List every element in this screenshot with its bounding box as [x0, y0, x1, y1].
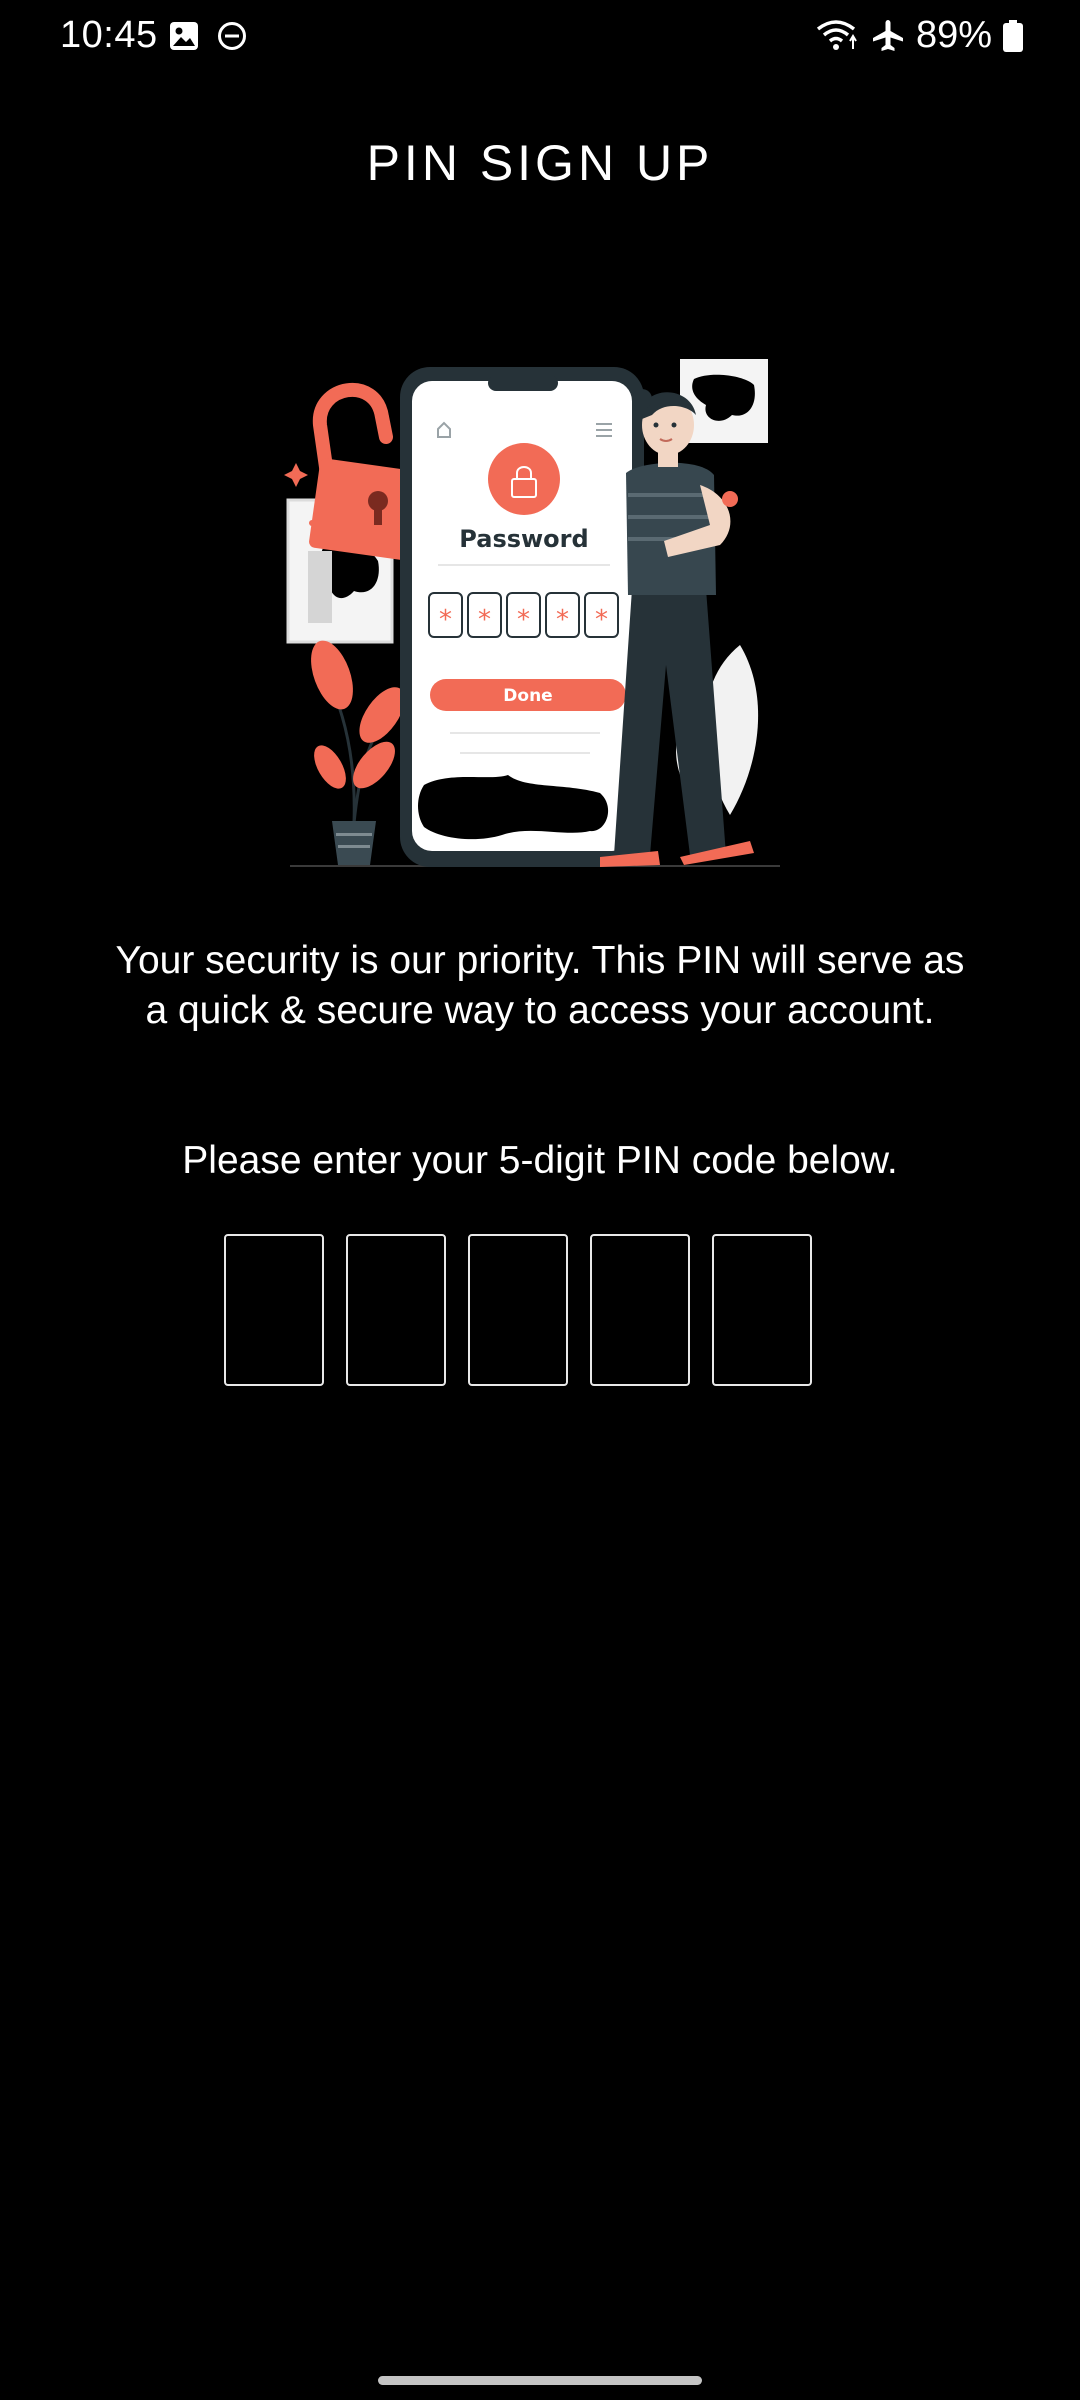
- do-not-disturb-icon: [218, 22, 246, 50]
- pin-digit-3[interactable]: [468, 1234, 568, 1386]
- status-left-icons: [168, 20, 248, 52]
- pin-instruction: Please enter your 5-digit PIN code below…: [182, 1139, 898, 1182]
- illustration-password-label: Password: [459, 525, 588, 553]
- page-title: PIN SIGN UP: [366, 135, 714, 191]
- status-time: 10:45: [60, 14, 158, 56]
- svg-text:*: *: [517, 605, 530, 635]
- battery-icon: [1003, 19, 1023, 52]
- pin-digit-2[interactable]: [346, 1234, 446, 1386]
- phone-illustration: Password * * * * * Done: [400, 367, 644, 867]
- pin-input-group: [224, 1234, 812, 1386]
- svg-text:*: *: [439, 605, 452, 635]
- pin-digit-4[interactable]: [590, 1234, 690, 1386]
- status-right: 89%: [816, 14, 1024, 57]
- svg-text:*: *: [556, 605, 569, 635]
- image-icon: [170, 22, 198, 50]
- battery-percentage: 89%: [915, 14, 992, 56]
- airplane-icon: [872, 19, 903, 51]
- gesture-nav-handle[interactable]: [378, 2376, 702, 2385]
- pin-digit-5[interactable]: [712, 1234, 812, 1386]
- status-bar: 10:45 89%: [0, 0, 1080, 76]
- pin-security-illustration: Password * * * * * Done: [284, 359, 780, 867]
- illustration-done-label: Done: [503, 686, 552, 706]
- pin-digit-1[interactable]: [224, 1234, 324, 1386]
- svg-text:*: *: [478, 605, 491, 635]
- svg-text:*: *: [595, 605, 608, 635]
- wifi-icon: [816, 19, 857, 50]
- security-message: Your security is our priority. This PIN …: [115, 939, 965, 1032]
- plant-illustration: [311, 640, 405, 865]
